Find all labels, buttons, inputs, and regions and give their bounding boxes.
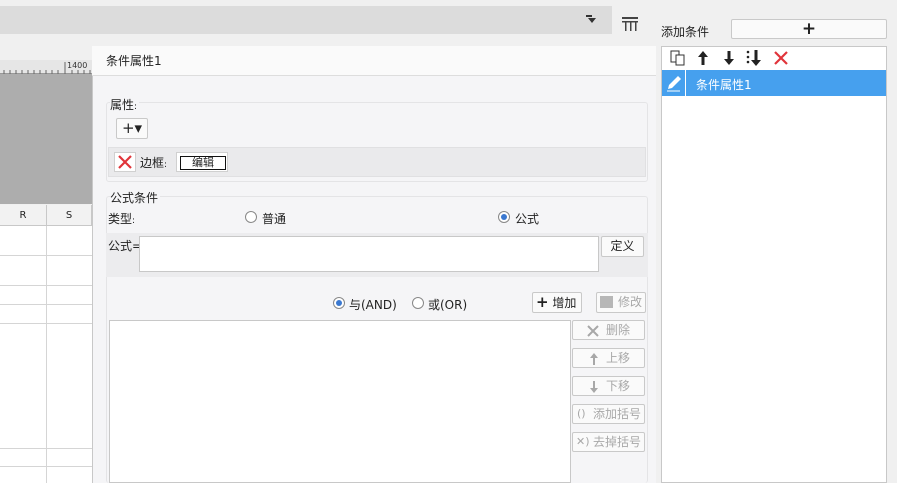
row-divider — [0, 285, 92, 286]
radio-normal[interactable] — [245, 211, 257, 223]
move-up-icon[interactable] — [694, 49, 712, 67]
move-down-button[interactable]: 下移 — [572, 376, 645, 396]
row-divider — [0, 466, 92, 467]
copy-icon[interactable] — [669, 49, 687, 67]
row-divider — [0, 304, 92, 305]
remove-bracket-icon: ✕) — [576, 435, 590, 448]
plus-icon: + — [536, 293, 549, 311]
column-header-r[interactable]: R — [0, 205, 47, 226]
radio-or[interactable] — [412, 297, 424, 309]
arrow-up-icon — [590, 353, 598, 365]
modify-icon — [600, 296, 613, 308]
row-divider — [0, 448, 92, 449]
ruler-label: 1400 — [67, 61, 88, 70]
modify-button[interactable]: 修改 — [596, 292, 646, 313]
remove-bracket-label: 去掉括号 — [592, 435, 641, 449]
radio-normal-label: 普通 — [262, 212, 287, 226]
formula-input[interactable] — [139, 236, 599, 272]
column-divider — [46, 226, 47, 483]
add-attribute-button[interactable]: +▾ — [116, 118, 148, 139]
move-to-bottom-icon[interactable] — [745, 49, 763, 67]
collapse-arrow-icon[interactable] — [584, 12, 600, 28]
add-condition-button[interactable]: + 增加 — [532, 292, 582, 313]
add-bracket-button[interactable]: () 添加括号 — [572, 404, 645, 424]
row-divider — [0, 323, 92, 324]
formula-bar[interactable] — [0, 6, 612, 34]
layout-panel-icon[interactable] — [618, 12, 642, 36]
modify-label: 修改 — [617, 295, 642, 309]
define-button[interactable]: 定义 — [601, 236, 644, 257]
delete-condition-icon[interactable] — [772, 49, 790, 67]
type-label: 类型: — [108, 212, 136, 226]
add-condition-plus-button[interactable]: + — [731, 19, 887, 39]
radio-or-label: 或(OR) — [428, 298, 468, 312]
edit-label: 编辑 — [180, 156, 226, 170]
column-header-s[interactable]: S — [47, 205, 92, 226]
bracket-icon: () — [577, 407, 586, 420]
condition-list-item-label: 条件属性1 — [696, 78, 752, 92]
formula-condition-label: 公式条件 — [110, 189, 161, 206]
border-attribute-label: 边框: — [140, 156, 168, 170]
condition-list-panel — [661, 46, 887, 483]
formula-label: 公式= — [108, 239, 143, 253]
condition-list-item[interactable]: 条件属性1 — [662, 70, 886, 96]
move-down-icon[interactable] — [720, 49, 738, 67]
radio-and-label: 与(AND) — [349, 298, 397, 312]
radio-formula[interactable] — [498, 211, 510, 223]
row-divider — [0, 255, 92, 256]
arrow-down-icon — [590, 381, 598, 393]
add-condition-label: 添加条件 — [661, 25, 710, 39]
delete-icon — [587, 325, 599, 337]
move-up-label: 上移 — [605, 351, 630, 365]
remove-bracket-button[interactable]: ✕) 去掉括号 — [572, 432, 645, 452]
add-bracket-label: 添加括号 — [592, 407, 641, 421]
move-down-label: 下移 — [605, 379, 630, 393]
attribute-group-label: 属性: — [110, 96, 140, 113]
radio-and[interactable] — [333, 297, 345, 309]
delete-button[interactable]: 删除 — [572, 320, 645, 340]
canvas-area — [0, 74, 92, 204]
border-edit-button[interactable]: 编辑 — [176, 152, 228, 172]
move-up-button[interactable]: 上移 — [572, 348, 645, 368]
delete-label: 删除 — [605, 323, 630, 337]
dialog-title: 条件属性1 — [92, 46, 656, 76]
add-condition-label: 增加 — [552, 296, 577, 310]
condition-list[interactable] — [109, 320, 571, 483]
remove-attribute-icon[interactable] — [114, 152, 136, 172]
pencil-icon — [662, 70, 686, 96]
radio-formula-label: 公式 — [515, 212, 540, 226]
